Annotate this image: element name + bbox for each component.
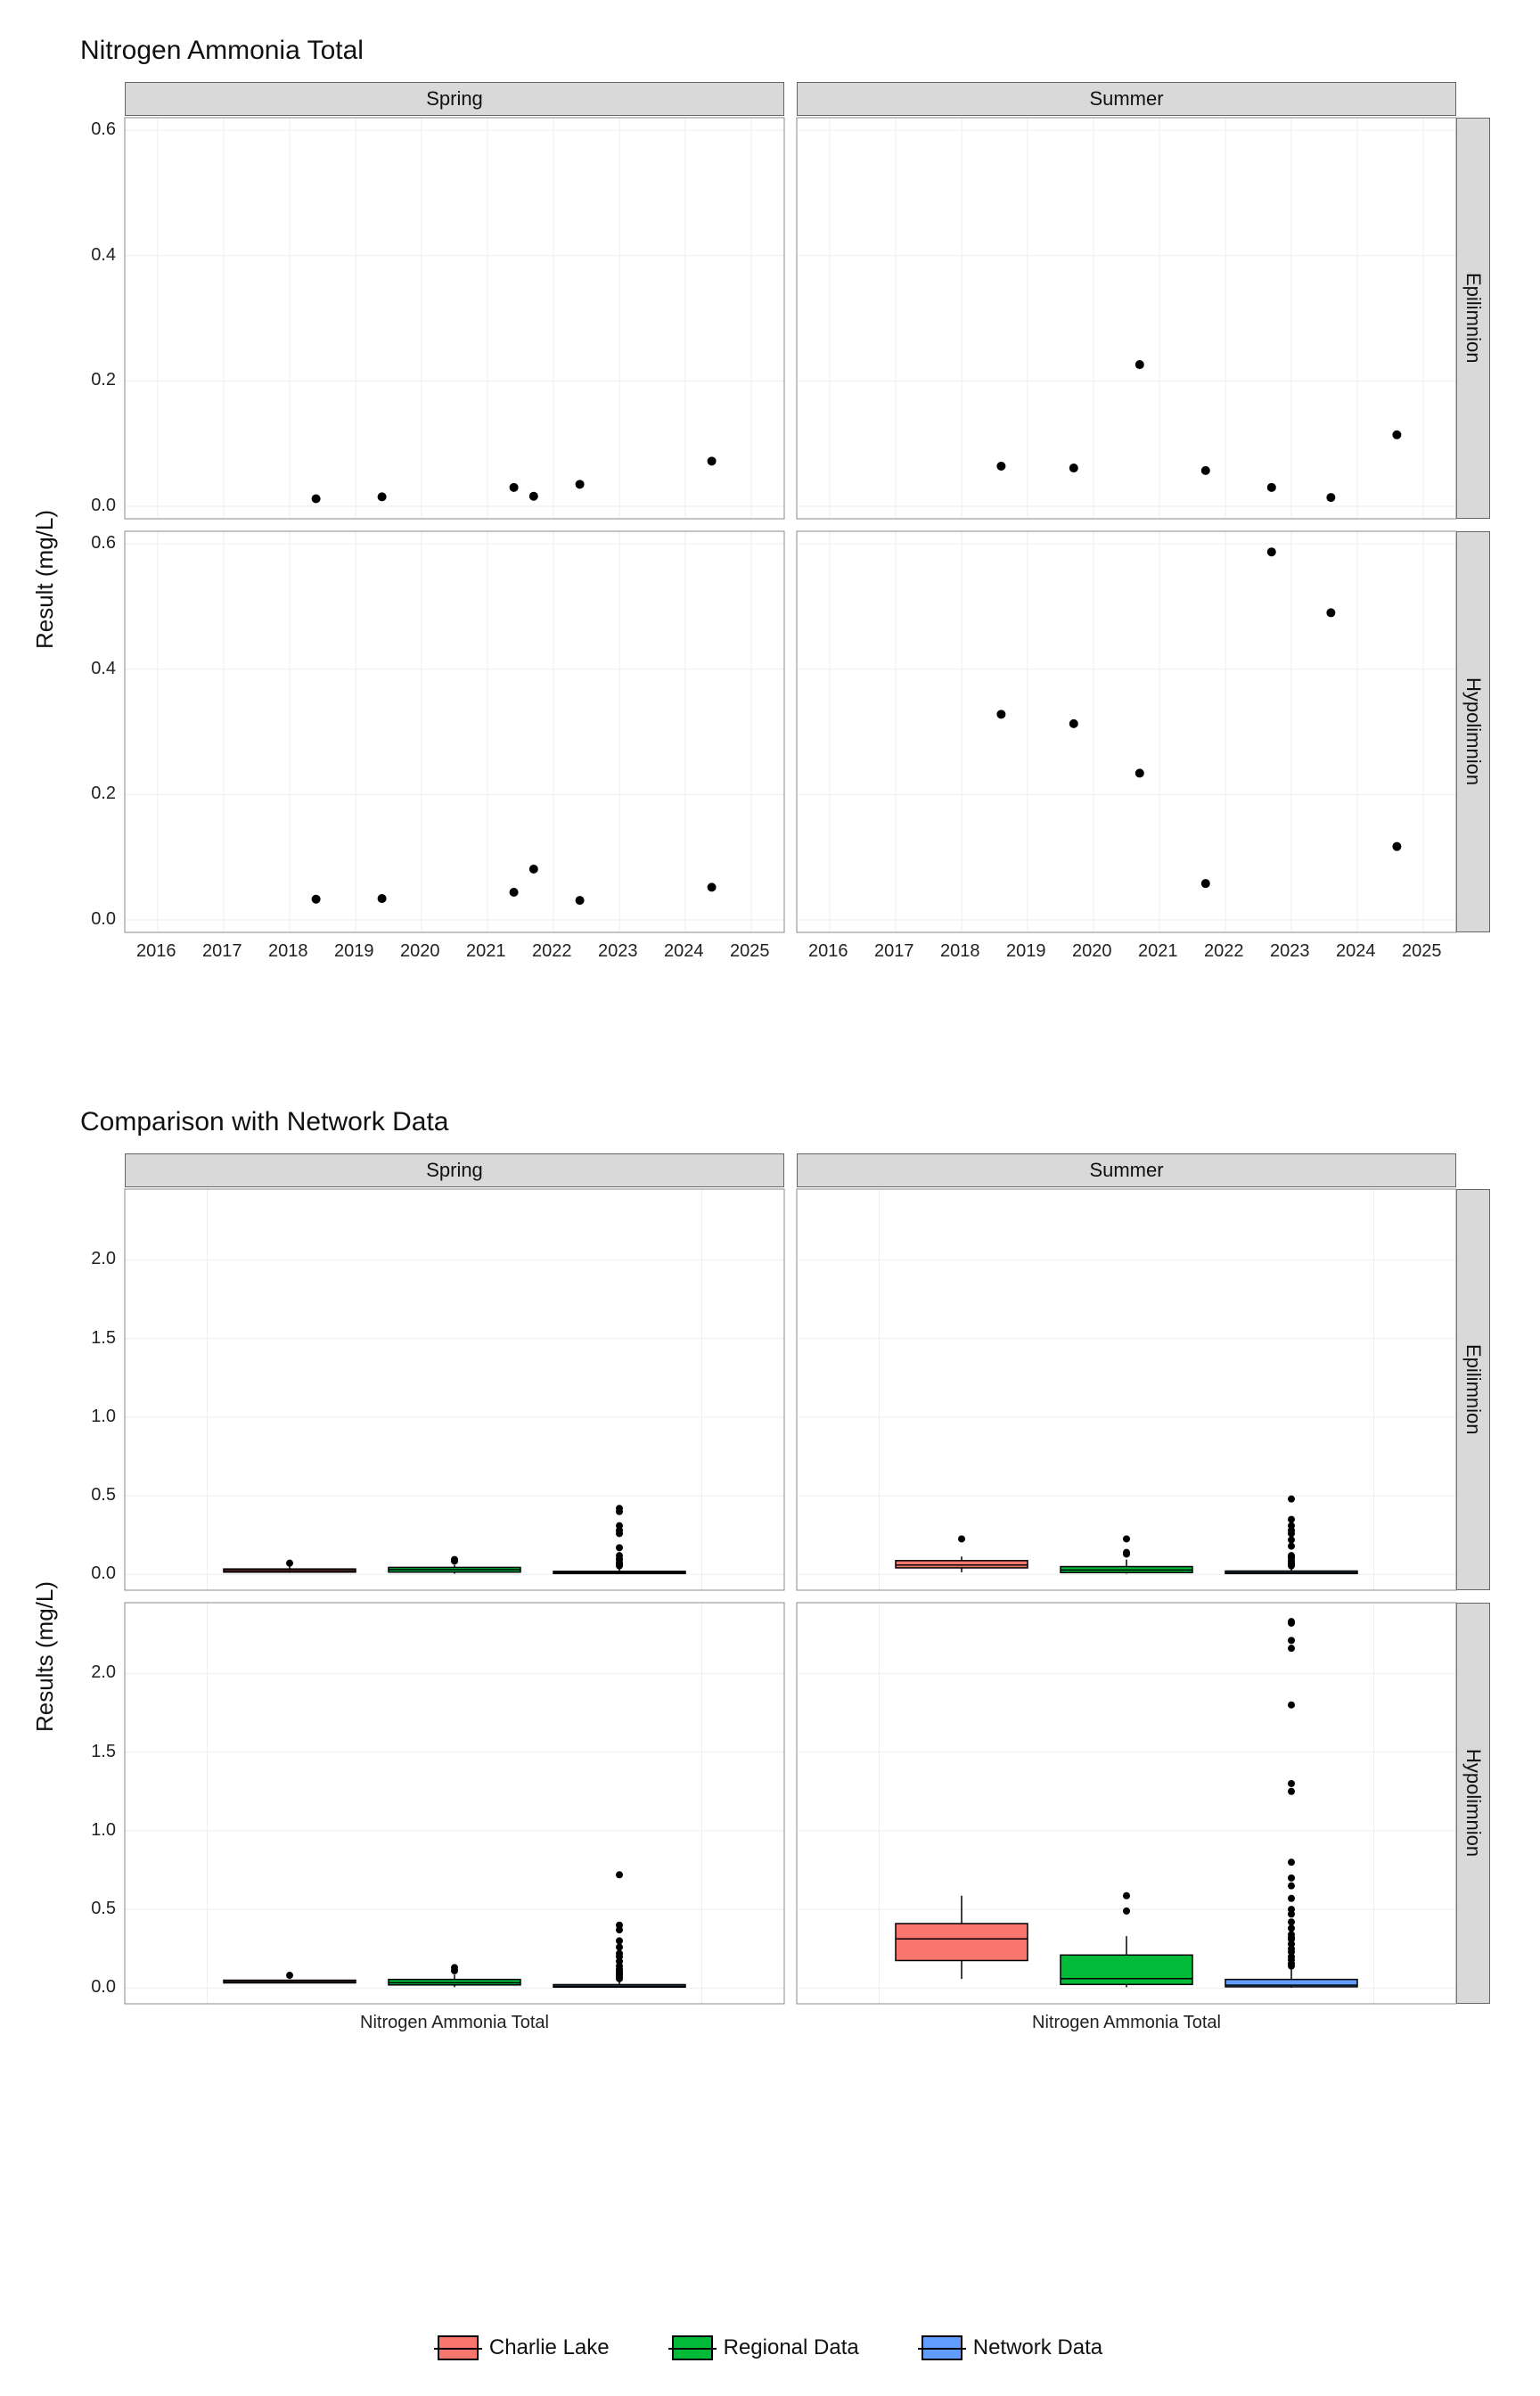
x-cat: Nitrogen Ammonia Total bbox=[1011, 2013, 1242, 2033]
y-tick: 0.0 bbox=[80, 909, 116, 930]
y-tick: 0.5 bbox=[80, 1485, 116, 1506]
col-strip: Summer bbox=[797, 1153, 1456, 1187]
y-tick: 0.2 bbox=[80, 784, 116, 804]
legend-label: Network Data bbox=[973, 2335, 1102, 2360]
panel bbox=[797, 531, 1456, 932]
x-tick: 2019 bbox=[334, 941, 374, 962]
legend-item-charlie: Charlie Lake bbox=[438, 2335, 610, 2360]
x-tick: 2019 bbox=[1006, 941, 1046, 962]
legend: Charlie Lake Regional Data Network Data bbox=[0, 2335, 1540, 2360]
x-tick: 2016 bbox=[136, 941, 176, 962]
chart2-ylabel: Results (mg/L) bbox=[31, 1581, 59, 1732]
y-tick: 0.6 bbox=[80, 533, 116, 554]
x-tick: 2021 bbox=[1138, 941, 1178, 962]
charts-page: Nitrogen Ammonia Total Result (mg/L) Spr… bbox=[0, 0, 1540, 2396]
legend-label: Regional Data bbox=[724, 2335, 859, 2360]
row-strip: Hypolimnion bbox=[1456, 531, 1490, 932]
x-tick: 2020 bbox=[400, 941, 440, 962]
y-tick: 0.0 bbox=[80, 1563, 116, 1584]
x-tick: 2020 bbox=[1072, 941, 1112, 962]
x-tick: 2021 bbox=[466, 941, 506, 962]
y-tick: 1.0 bbox=[80, 1820, 116, 1841]
x-tick: 2017 bbox=[874, 941, 914, 962]
chart1-grid: Result (mg/L) SpringSummerEpilimnionHypo… bbox=[45, 82, 1495, 1063]
y-tick: 0.6 bbox=[80, 119, 116, 140]
x-tick: 2016 bbox=[808, 941, 848, 962]
x-tick: 2023 bbox=[598, 941, 638, 962]
legend-item-network: Network Data bbox=[922, 2335, 1102, 2360]
x-tick: 2025 bbox=[1402, 941, 1442, 962]
row-strip: Hypolimnion bbox=[1456, 1603, 1490, 2004]
y-tick: 2.0 bbox=[80, 1249, 116, 1269]
x-tick: 2023 bbox=[1270, 941, 1310, 962]
panel bbox=[797, 1603, 1456, 2004]
x-tick: 2024 bbox=[664, 941, 704, 962]
y-tick: 0.0 bbox=[80, 1977, 116, 1998]
y-tick: 0.2 bbox=[80, 370, 116, 390]
panel bbox=[125, 118, 784, 519]
y-tick: 2.0 bbox=[80, 1662, 116, 1683]
y-tick: 0.5 bbox=[80, 1899, 116, 1919]
x-tick: 2024 bbox=[1336, 941, 1376, 962]
x-tick: 2022 bbox=[1204, 941, 1244, 962]
x-tick: 2022 bbox=[532, 941, 572, 962]
x-tick: 2018 bbox=[940, 941, 980, 962]
chart2-title: Comparison with Network Data bbox=[80, 1107, 1495, 1137]
x-tick: 2018 bbox=[268, 941, 308, 962]
chart1-ylabel: Result (mg/L) bbox=[31, 510, 59, 649]
x-tick: 2017 bbox=[202, 941, 242, 962]
panel bbox=[125, 1189, 784, 1590]
legend-item-regional: Regional Data bbox=[672, 2335, 859, 2360]
chart1-title: Nitrogen Ammonia Total bbox=[80, 36, 1495, 66]
x-tick: 2025 bbox=[730, 941, 770, 962]
panel bbox=[797, 1189, 1456, 1590]
panel bbox=[125, 1603, 784, 2004]
legend-label: Charlie Lake bbox=[489, 2335, 610, 2360]
y-tick: 1.5 bbox=[80, 1328, 116, 1349]
chart2-grid: Results (mg/L) SpringSummerEpilimnionHyp… bbox=[45, 1153, 1495, 2134]
panel bbox=[125, 531, 784, 932]
col-strip: Spring bbox=[125, 1153, 784, 1187]
y-tick: 0.4 bbox=[80, 659, 116, 679]
y-tick: 0.0 bbox=[80, 496, 116, 516]
x-cat: Nitrogen Ammonia Total bbox=[339, 2013, 570, 2033]
y-tick: 0.4 bbox=[80, 245, 116, 266]
panel bbox=[797, 118, 1456, 519]
row-strip: Epilimnion bbox=[1456, 118, 1490, 519]
y-tick: 1.0 bbox=[80, 1407, 116, 1427]
col-strip: Spring bbox=[125, 82, 784, 116]
col-strip: Summer bbox=[797, 82, 1456, 116]
row-strip: Epilimnion bbox=[1456, 1189, 1490, 1590]
y-tick: 1.5 bbox=[80, 1742, 116, 1762]
